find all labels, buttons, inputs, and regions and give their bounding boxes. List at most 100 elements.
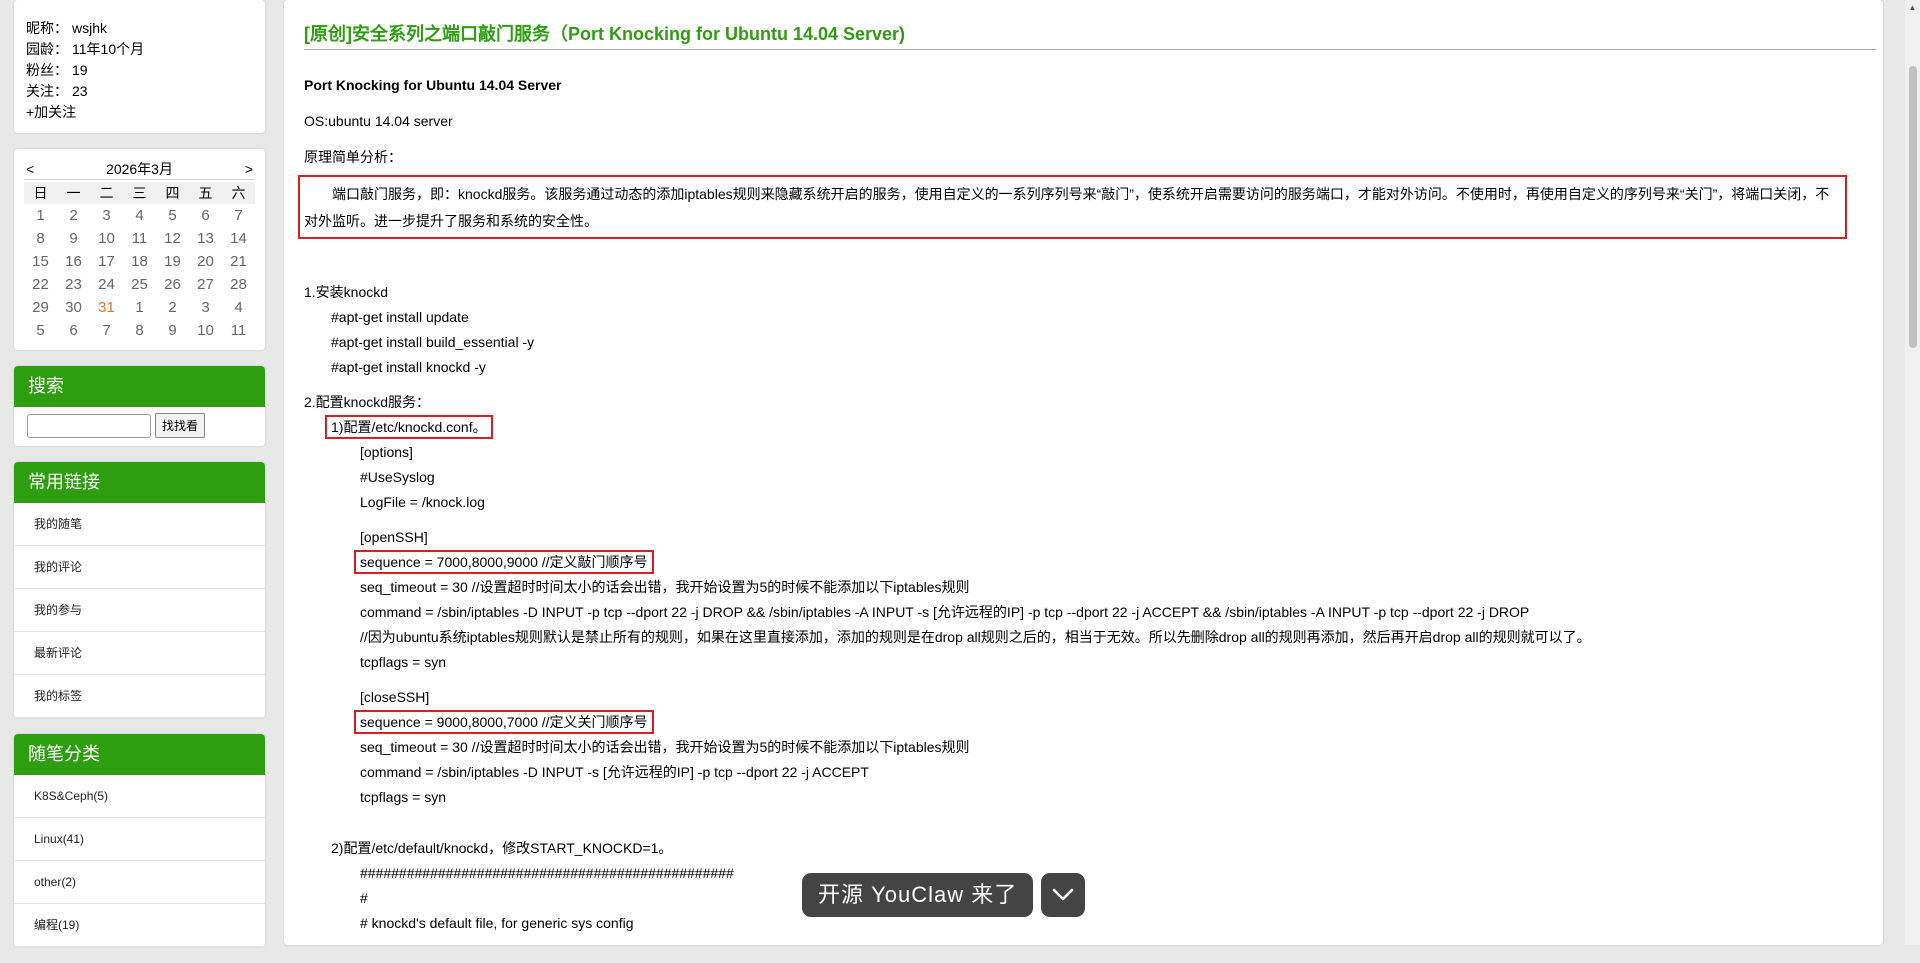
calendar-day[interactable]: 4 [123, 204, 156, 227]
page-scrollbar[interactable]: ▲ [1905, 0, 1920, 945]
calendar-day[interactable]: 25 [123, 273, 156, 296]
chevron-down-icon [1052, 888, 1074, 901]
profile-following: 关注： 23 [26, 83, 88, 99]
promo-pill[interactable]: 开源 YouClaw 来了 [802, 873, 1034, 917]
post-body: Port Knocking for Ubuntu 14.04 Server OS… [298, 73, 1879, 936]
calendar-day[interactable]: 20 [189, 250, 222, 273]
calendar-day[interactable]: 24 [90, 273, 123, 296]
calendar-day[interactable]: 8 [24, 227, 57, 250]
close-sequence-highlight: sequence = 9000,8000,7000 //定义关门顺序号 [354, 710, 654, 734]
calendar-day[interactable]: 11 [222, 319, 255, 342]
calendar-day[interactable]: 27 [189, 273, 222, 296]
search-body: 找找看 [14, 407, 265, 446]
search-title: 搜索 [14, 366, 265, 407]
open-sequence-highlight: sequence = 7000,8000,9000 //定义敲门顺序号 [354, 550, 654, 574]
calendar-day[interactable]: 9 [156, 319, 189, 342]
calendar-day[interactable]: 5 [156, 204, 189, 227]
link-my-tags[interactable]: 我的标签 [14, 675, 265, 718]
promo-banner: 开源 YouClaw 来了 [802, 873, 1086, 917]
calendar-day[interactable]: 19 [156, 250, 189, 273]
search-button[interactable]: 找找看 [155, 413, 206, 438]
calendar-day[interactable]: 4 [222, 296, 255, 319]
calendar-prev-button[interactable]: < [24, 161, 36, 177]
categories-box: 随笔分类 K8S&Ceph(5) Linux(41) other(2) 编程(1… [14, 734, 265, 947]
calendar-day[interactable]: 1 [123, 296, 156, 319]
weekday-thu: 四 [156, 182, 189, 204]
link-my-comments[interactable]: 我的评论 [14, 546, 265, 589]
options-line-1: [options] [360, 444, 413, 460]
calendar-day[interactable]: 26 [156, 273, 189, 296]
calendar-day[interactable]: 5 [24, 319, 57, 342]
calendar-grid: 日 一 二 三 四 五 六 1 2 3 4 5 6 7 8 9 10 11 12 13 14 15 16 17 1… [24, 182, 255, 342]
calendar-day[interactable]: 17 [90, 250, 123, 273]
calendar-day[interactable]: 1 [24, 204, 57, 227]
calendar-day[interactable]: 9 [57, 227, 90, 250]
link-my-posts[interactable]: 我的随笔 [14, 503, 265, 546]
weekday-fri: 五 [189, 182, 222, 204]
calendar-day[interactable]: 6 [189, 204, 222, 227]
calendar-day[interactable]: 8 [123, 319, 156, 342]
calendar-day[interactable]: 2 [57, 204, 90, 227]
category-programming[interactable]: 编程(19) [14, 904, 265, 947]
promo-collapse-button[interactable] [1041, 873, 1086, 917]
calendar-day[interactable]: 16 [57, 250, 90, 273]
link-my-participation[interactable]: 我的参与 [14, 589, 265, 632]
step-install: 1.安装knockd [304, 284, 389, 300]
links-title: 常用链接 [14, 462, 265, 503]
post-container: [原创]安全系列之端口敲门服务（Port Knocking for Ubuntu… [284, 0, 1883, 945]
calendar-day[interactable]: 18 [123, 250, 156, 273]
calendar-day[interactable]: 2 [156, 296, 189, 319]
calendar-day[interactable]: 11 [123, 227, 156, 250]
calendar-week: 15 16 17 18 19 20 21 [24, 250, 255, 273]
profile-fans: 粉丝： 19 [26, 62, 88, 78]
title-divider [304, 49, 1876, 50]
calendar-day[interactable]: 29 [24, 296, 57, 319]
category-other[interactable]: other(2) [14, 861, 265, 904]
calendar-week: 1234567 [24, 204, 255, 227]
intro-highlight-box: 端口敲门服务，即：knockd服务。该服务通过动态的添加iptables规则来隐… [298, 175, 1847, 239]
calendar-day[interactable]: 7 [222, 204, 255, 227]
calendar-week: 8 9 10 11 12 13 14 [24, 227, 255, 250]
conf1-highlight: 1)配置/etc/knockd.conf。 [325, 415, 493, 439]
calendar-day[interactable]: 3 [189, 296, 222, 319]
calendar-day[interactable]: 22 [24, 273, 57, 296]
default-line-3: # knockd's default file, for generic sys… [360, 915, 634, 931]
calendar-day[interactable]: 15 [24, 250, 57, 273]
open-line-3: //因为ubuntu系统iptables规则默认是禁止所有的规则，如果在这里直接… [360, 629, 1591, 645]
category-k8s-ceph[interactable]: K8S&Ceph(5) [14, 775, 265, 818]
calendar-day[interactable]: 21 [222, 250, 255, 273]
search-box: 搜索 找找看 [14, 366, 265, 446]
scrollbar-thumb[interactable] [1909, 66, 1917, 348]
link-latest-comments[interactable]: 最新评论 [14, 632, 265, 675]
default-line-1: ########################################… [360, 865, 734, 881]
sidebar: 昵称： wsjhk 园龄： 11年10个月 粉丝： 19 关注： 23 +加关注 < 2… [14, 0, 265, 963]
close-line-3: tcpflags = syn [360, 789, 446, 805]
intro-text: 端口敲门服务，即：knockd服务。该服务通过动态的添加iptables规则来隐… [304, 186, 1830, 229]
calendar-day[interactable]: 14 [222, 227, 255, 250]
calendar-day[interactable]: 13 [189, 227, 222, 250]
calendar-day[interactable]: 10 [90, 227, 123, 250]
conf2-line: 2)配置/etc/default/knockd，修改START_KNOCKD=1… [331, 840, 673, 856]
post-title[interactable]: [原创]安全系列之端口敲门服务（Port Knocking for Ubuntu… [304, 20, 905, 46]
calendar-day[interactable]: 23 [57, 273, 90, 296]
post-heading: Port Knocking for Ubuntu 14.04 Server [304, 77, 562, 93]
options-line-3: LogFile = /knock.log [360, 494, 485, 510]
calendar-week: 22 23 24 25 26 27 28 [24, 273, 255, 296]
categories-list: K8S&Ceph(5) Linux(41) other(2) 编程(19) [14, 775, 265, 947]
calendar-day[interactable]: 12 [156, 227, 189, 250]
close-line-1: seq_timeout = 30 //设置超时时间太小的话会出错，我开始设置为5… [360, 739, 970, 755]
calendar-day[interactable]: 10 [189, 319, 222, 342]
search-input[interactable] [27, 413, 151, 438]
calendar-day[interactable]: 6 [57, 319, 90, 342]
calendar-next-button[interactable]: > [243, 161, 255, 177]
calendar-day[interactable]: 30 [57, 296, 90, 319]
calendar-day[interactable]: 31 [90, 296, 123, 319]
open-line-1: seq_timeout = 30 //设置超时时间太小的话会出错，我开始设置为5… [360, 579, 970, 595]
calendar-day[interactable]: 7 [90, 319, 123, 342]
calendar-day[interactable]: 3 [90, 204, 123, 227]
scroll-up-icon[interactable]: ▲ [1908, 3, 1917, 12]
post-os: OS:ubuntu 14.04 server [304, 113, 453, 129]
category-linux[interactable]: Linux(41) [14, 818, 265, 861]
follow-link[interactable]: +加关注 [26, 102, 253, 123]
calendar-day[interactable]: 28 [222, 273, 255, 296]
